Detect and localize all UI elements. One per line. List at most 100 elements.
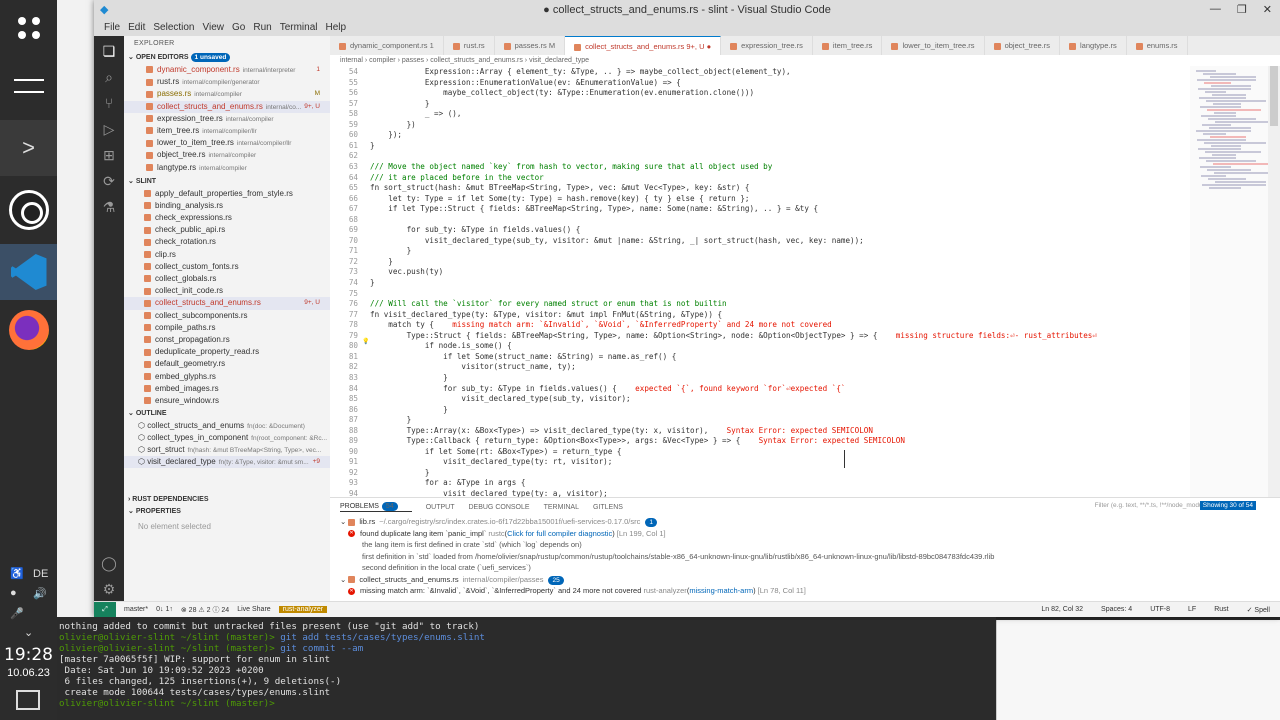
file-tree-item[interactable]: ensure_window.rs [124,395,330,407]
open-editor-item[interactable]: item_tree.rs internal/compiler/llr [124,125,330,137]
problem-link[interactable]: Click for full compiler diagnostic [507,529,612,538]
open-editor-item[interactable]: dynamic_component.rs internal/interpreter… [124,64,330,76]
manage-gear-icon[interactable]: ⚙ [100,580,118,598]
remote-icon[interactable]: ⤢ [94,601,116,618]
file-tree-item[interactable]: collect_init_code.rs [124,285,330,297]
record-icon[interactable]: ● [10,587,17,599]
problem-file-group[interactable]: ⌄ lib.rs ~/.cargo/registry/src/index.crat… [330,516,1280,528]
file-tree-item[interactable]: collect_globals.rs [124,273,330,285]
cursor-position[interactable]: Ln 82, Col 32 [1041,606,1083,614]
panel-tab[interactable]: PROBLEMS 54 [340,502,412,512]
file-tree-item[interactable]: check_public_api.rs [124,224,330,236]
search-icon[interactable]: ⌕ [100,68,118,86]
indentation[interactable]: Spaces: 4 [1101,606,1132,614]
obs-icon[interactable] [0,182,57,238]
open-editor-item[interactable]: rust.rs internal/compiler/generator [124,76,330,88]
accessibility-icon[interactable]: ♿ [10,567,24,580]
rust-deps-header[interactable]: › RUST DEPENDENCIES [124,494,330,506]
extensions-icon[interactable]: ⊞ [100,146,118,164]
encoding[interactable]: UTF-8 [1150,606,1170,614]
editor-tab[interactable]: expression_tree.rs [721,36,813,55]
minimize-icon[interactable]: — [1210,3,1221,16]
editor-tab[interactable]: item_tree.rs [813,36,883,55]
explorer-icon[interactable]: ❏ [100,42,118,60]
file-tree-item[interactable]: check_rotation.rs [124,236,330,248]
file-tree-item[interactable]: embed_images.rs [124,383,330,395]
editor-tab[interactable]: object_tree.rs [985,36,1061,55]
menu-view[interactable]: View [199,20,229,36]
file-tree-item[interactable]: clip.rs [124,249,330,261]
microphone-icon[interactable]: 🎤 [10,607,24,620]
outline-item[interactable]: ⬡ collect_types_in_component fn(root_comp… [124,432,330,444]
slint-folder-header[interactable]: ⌄ SLINT [124,176,330,188]
open-editor-item[interactable]: expression_tree.rs internal/compiler [124,113,330,125]
editor-tab[interactable]: enums.rs [1127,36,1188,55]
eol[interactable]: LF [1188,606,1196,614]
panel-tab[interactable]: GITLENS [593,504,623,511]
problem-file-group[interactable]: ⌄ collect_structs_and_enums.rs internal/c… [330,574,1280,586]
live-share-button[interactable]: Live Share [237,606,270,613]
problem-item[interactable]: ✕ found duplicate lang item `panic_impl` … [330,528,1280,540]
outline-header[interactable]: ⌄ OUTLINE [124,408,330,420]
problems-status[interactable]: ⊗ 28 ⚠ 2 ⓘ 24 [181,605,229,615]
problem-detail[interactable]: first definition in `std` loaded from /h… [330,551,1280,563]
clock[interactable]: 19:28 10.06.23 [0,645,57,679]
language-mode[interactable]: Rust [1214,606,1228,614]
testing-icon[interactable]: ⚗ [100,198,118,216]
run-debug-icon[interactable]: ▷ [100,120,118,138]
panel-tab[interactable]: DEBUG CONSOLE [468,504,529,511]
chevron-down-icon[interactable]: ⌄ [24,626,33,639]
keyboard-layout[interactable]: DE [33,568,48,580]
menu-go[interactable]: Go [228,20,249,36]
properties-header[interactable]: ⌄ PROPERTIES [124,506,330,518]
editor-tab[interactable]: collect_structs_and_enums.rs 9+, U ● [565,36,722,55]
code-editor[interactable]: 54 Expression::Array { element_ty: &Type… [330,66,1190,497]
menu-edit[interactable]: Edit [124,20,149,36]
lightbulb-icon[interactable]: 💡 [362,338,369,345]
outline-item[interactable]: ⬡ sort_struct fn(hash: &mut BTreeMap<Stri… [124,444,330,456]
editor-tab[interactable]: dynamic_component.rs 1 [330,36,444,55]
menu-selection[interactable]: Selection [149,20,198,36]
spell-check[interactable]: ✓ Spell [1247,606,1270,614]
file-tree-item[interactable]: apply_default_properties_from_style.rs [124,188,330,200]
file-tree-item[interactable]: compile_paths.rs [124,322,330,334]
problem-item[interactable]: ✕ missing match arm: `&Invalid`, `&Void`,… [330,585,1280,597]
file-tree-item[interactable]: deduplicate_property_read.rs [124,346,330,358]
close-icon[interactable]: ✕ [1263,3,1272,16]
panel-tab[interactable]: OUTPUT [426,504,455,511]
problem-detail[interactable]: second definition in the local crate (`u… [330,562,1280,574]
editor-tab[interactable]: rust.rs [444,36,495,55]
file-tree-item[interactable]: const_propagation.rs [124,334,330,346]
minimap[interactable] [1190,66,1276,497]
account-icon[interactable]: ◯ [100,554,118,572]
app-grid-icon[interactable] [0,0,57,56]
rust-analyzer-status[interactable]: rust-analyzer [278,606,328,613]
outline-item[interactable]: ⬡ visit_declared_type fn(ty: &Type, visit… [124,456,330,469]
file-tree-item[interactable]: binding_analysis.rs [124,200,330,212]
menu-help[interactable]: Help [322,20,351,36]
terminal-icon[interactable]: > [0,120,57,176]
open-editor-item[interactable]: passes.rs internal/compiler M [124,88,330,100]
outline-item[interactable]: ⬡ collect_structs_and_enums fn(doc: &Docu… [124,420,330,432]
sync-status[interactable]: 0↓ 1↑ [156,606,173,613]
menu-run[interactable]: Run [249,20,275,36]
open-editor-item[interactable]: object_tree.rs internal/compiler [124,149,330,161]
file-tree-item[interactable]: flickable.rs [124,407,330,408]
source-control-icon[interactable]: ⑂ [100,94,118,112]
open-editor-item[interactable]: lower_to_item_tree.rs internal/compiler/l… [124,137,330,149]
volume-icon[interactable]: 🔊 [33,587,47,600]
vscode-icon[interactable] [0,244,57,300]
terminal-window[interactable]: nothing added to commit but untracked fi… [57,617,996,720]
problem-link[interactable]: missing-match-arm [689,586,753,595]
problem-detail[interactable]: the lang item is first defined in crate … [330,539,1280,551]
show-desktop-icon[interactable] [16,690,40,710]
open-editors-header[interactable]: ⌄ OPEN EDITORS 1 unsaved [124,52,330,64]
firefox-icon[interactable] [0,302,57,358]
open-editor-item[interactable]: collect_structs_and_enums.rs internal/co.… [124,100,330,113]
editor-scrollbar[interactable] [1268,66,1280,497]
settings-sliders-icon[interactable] [0,58,57,114]
editor-tab[interactable]: langtype.rs [1060,36,1127,55]
editor-tab[interactable]: lower_to_item_tree.rs [882,36,985,55]
breadcrumb[interactable]: internal › compiler › passes › collect_s… [330,55,1190,66]
menu-terminal[interactable]: Terminal [276,20,322,36]
